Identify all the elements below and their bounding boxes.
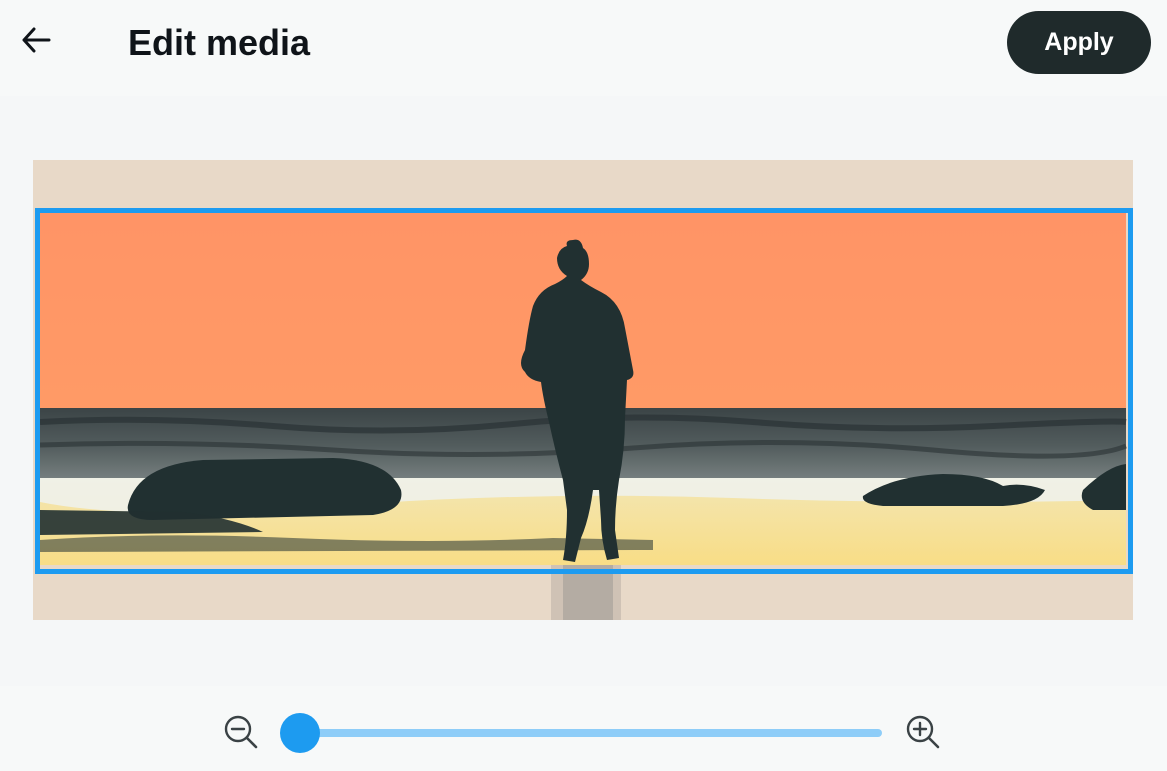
crop-frame[interactable]	[35, 208, 1133, 574]
zoom-in-button[interactable]	[905, 714, 941, 755]
zoom-out-icon	[223, 714, 259, 755]
header-bar: Edit media Apply	[0, 0, 1167, 88]
back-button[interactable]	[14, 22, 58, 62]
zoom-out-button[interactable]	[223, 714, 259, 755]
page-title: Edit media	[128, 22, 311, 63]
zoom-slider-track[interactable]	[300, 729, 882, 737]
arrow-left-icon	[21, 27, 51, 58]
apply-button[interactable]: Apply	[1007, 11, 1151, 74]
zoom-slider-thumb[interactable]	[280, 713, 320, 753]
zoom-in-icon	[905, 714, 941, 755]
